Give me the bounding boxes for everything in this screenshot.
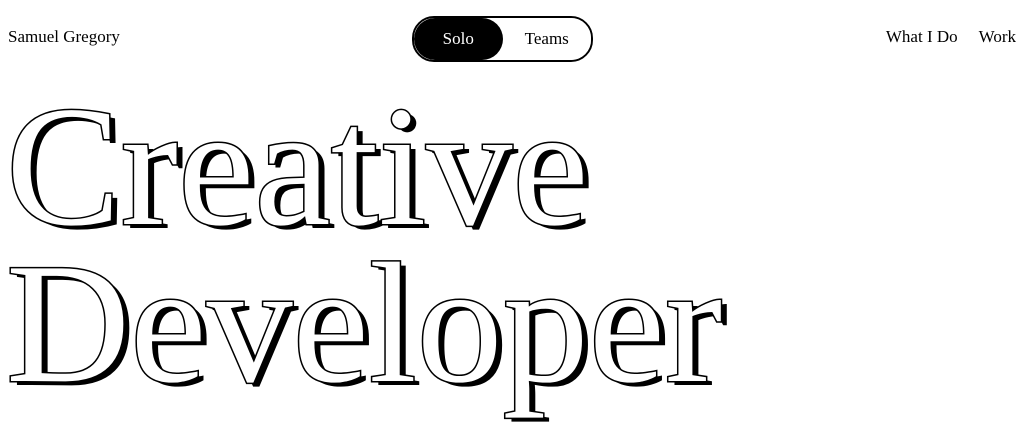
solo-teams-toggle[interactable]: Solo Teams bbox=[412, 16, 593, 62]
hero-heading: Creative Creative Developer Developer bbox=[0, 88, 1024, 438]
hero-line-2: Developer bbox=[6, 229, 722, 419]
toggle-option-teams[interactable]: Teams bbox=[502, 18, 591, 60]
toggle-option-solo[interactable]: Solo bbox=[414, 18, 503, 60]
nav-link-what-i-do[interactable]: What I Do bbox=[886, 27, 958, 47]
nav-link-work[interactable]: Work bbox=[979, 27, 1016, 47]
site-title[interactable]: Samuel Gregory bbox=[8, 27, 120, 47]
main-nav: What I Do Work bbox=[886, 27, 1016, 47]
